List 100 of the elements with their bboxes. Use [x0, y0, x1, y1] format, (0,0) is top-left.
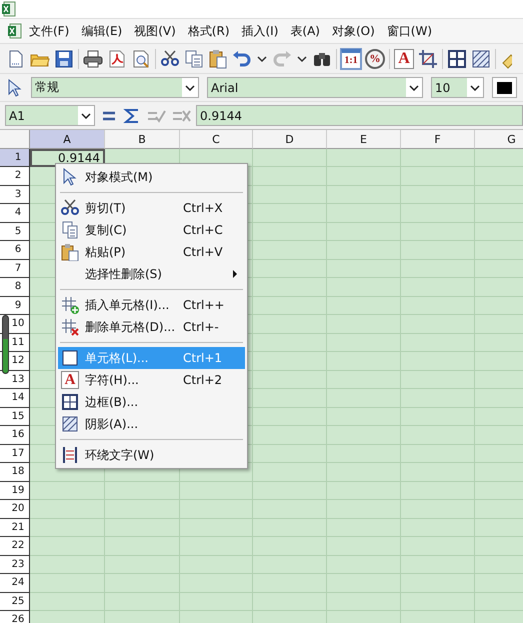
row-header[interactable]: 1: [0, 148, 30, 167]
menu-item[interactable]: 删除单元格(D)... Ctrl+-: [58, 316, 245, 338]
table-cell[interactable]: [401, 260, 475, 278]
table-cell[interactable]: [327, 537, 401, 556]
table-cell[interactable]: [180, 500, 253, 518]
row-header[interactable]: 20: [0, 500, 30, 518]
table-cell[interactable]: [327, 426, 401, 444]
row-header[interactable]: 4: [0, 204, 30, 222]
row-header[interactable]: 3: [0, 186, 30, 204]
table-cell[interactable]: [401, 500, 475, 518]
menu-item[interactable]: 视图(V): [127, 22, 181, 40]
shade-icon[interactable]: [471, 48, 491, 68]
table-cell[interactable]: [253, 537, 327, 556]
table-cell[interactable]: [327, 241, 401, 260]
table-cell[interactable]: [327, 296, 401, 315]
row-header[interactable]: 16: [0, 426, 30, 444]
row-header[interactable]: 17: [0, 444, 30, 463]
table-cell[interactable]: [401, 148, 475, 167]
table-cell[interactable]: [401, 444, 475, 463]
table-cell[interactable]: [30, 500, 105, 518]
column-header[interactable]: F: [401, 130, 475, 149]
cut-icon[interactable]: [160, 48, 180, 68]
table-cell[interactable]: [401, 222, 475, 241]
table-cell[interactable]: [253, 370, 327, 389]
preview-icon[interactable]: [131, 48, 151, 68]
table-cell[interactable]: [253, 186, 327, 204]
row-header[interactable]: 24: [0, 574, 30, 592]
undo-icon[interactable]: [232, 48, 252, 68]
table-cell[interactable]: [105, 518, 180, 537]
table-cell[interactable]: [253, 408, 327, 426]
table-cell[interactable]: [327, 204, 401, 222]
table-cell[interactable]: [327, 186, 401, 204]
table-cell[interactable]: [180, 592, 253, 611]
select-all-corner[interactable]: [0, 130, 30, 148]
font-color-button[interactable]: [492, 77, 517, 98]
table-cell[interactable]: [253, 260, 327, 278]
table-cell[interactable]: [253, 334, 327, 352]
paste-icon[interactable]: [208, 48, 228, 68]
table-cell[interactable]: [401, 408, 475, 426]
table-cell[interactable]: [327, 352, 401, 370]
row-header[interactable]: 8: [0, 278, 30, 296]
print-icon[interactable]: [83, 48, 103, 68]
column-header[interactable]: A: [30, 130, 105, 149]
font-size-dropdown[interactable]: 10: [431, 77, 484, 98]
menu-item[interactable]: 边框(B)...: [58, 391, 245, 413]
table-cell[interactable]: [105, 592, 180, 611]
table-cell[interactable]: [253, 296, 327, 315]
table-cell[interactable]: [327, 148, 401, 167]
menu-item[interactable]: 插入单元格(I)... Ctrl++: [58, 294, 245, 316]
table-cell[interactable]: [253, 482, 327, 500]
table-cell[interactable]: [327, 592, 401, 611]
name-box[interactable]: A1: [5, 105, 95, 126]
column-header[interactable]: G: [475, 130, 523, 149]
menu-item[interactable]: 文件(F): [22, 22, 74, 40]
menu-item[interactable]: 对象模式(M): [58, 166, 245, 188]
style-dropdown[interactable]: 常规: [31, 77, 199, 98]
table-cell[interactable]: [253, 315, 327, 334]
table-cell[interactable]: [253, 574, 327, 592]
column-header[interactable]: B: [105, 130, 180, 149]
table-cell[interactable]: [327, 463, 401, 482]
table-cell[interactable]: [30, 482, 105, 500]
row-header[interactable]: 14: [0, 389, 30, 408]
table-cell[interactable]: [327, 500, 401, 518]
row-header[interactable]: 19: [0, 482, 30, 500]
table-cell[interactable]: [105, 556, 180, 574]
pdf-icon[interactable]: [107, 48, 127, 68]
font-dropdown[interactable]: Arial: [207, 77, 423, 98]
caret-icon[interactable]: [182, 78, 198, 97]
table-cell[interactable]: [180, 518, 253, 537]
table-cell[interactable]: [401, 204, 475, 222]
table-cell[interactable]: [401, 370, 475, 389]
table-cell[interactable]: [253, 352, 327, 370]
table-cell[interactable]: [253, 222, 327, 241]
table-cell[interactable]: [327, 167, 401, 186]
table-cell[interactable]: [327, 370, 401, 389]
table-cell[interactable]: [180, 556, 253, 574]
caret-icon[interactable]: [467, 78, 483, 97]
table-cell[interactable]: [327, 260, 401, 278]
table-cell[interactable]: [253, 426, 327, 444]
slider-handle-icon[interactable]: [2, 315, 9, 374]
borders-icon[interactable]: [447, 48, 467, 68]
table-cell[interactable]: [30, 592, 105, 611]
caret-icon[interactable]: [406, 78, 422, 97]
menu-item[interactable]: 对象(O): [324, 22, 380, 40]
menu-item[interactable]: 窗口(W): [380, 22, 438, 40]
table-cell[interactable]: [327, 222, 401, 241]
table-cell[interactable]: [401, 352, 475, 370]
table-cell[interactable]: [253, 463, 327, 482]
table-cell[interactable]: [105, 537, 180, 556]
table-cell[interactable]: [180, 574, 253, 592]
row-header[interactable]: 18: [0, 463, 30, 482]
caret-icon[interactable]: [78, 106, 94, 125]
table-cell[interactable]: [30, 556, 105, 574]
table-cell[interactable]: [253, 518, 327, 537]
table-cell[interactable]: [327, 389, 401, 408]
table-cell[interactable]: [401, 241, 475, 260]
menu-item[interactable]: 编辑(E): [74, 22, 128, 40]
table-cell[interactable]: [401, 315, 475, 334]
table-cell[interactable]: [401, 334, 475, 352]
table-cell[interactable]: [180, 482, 253, 500]
